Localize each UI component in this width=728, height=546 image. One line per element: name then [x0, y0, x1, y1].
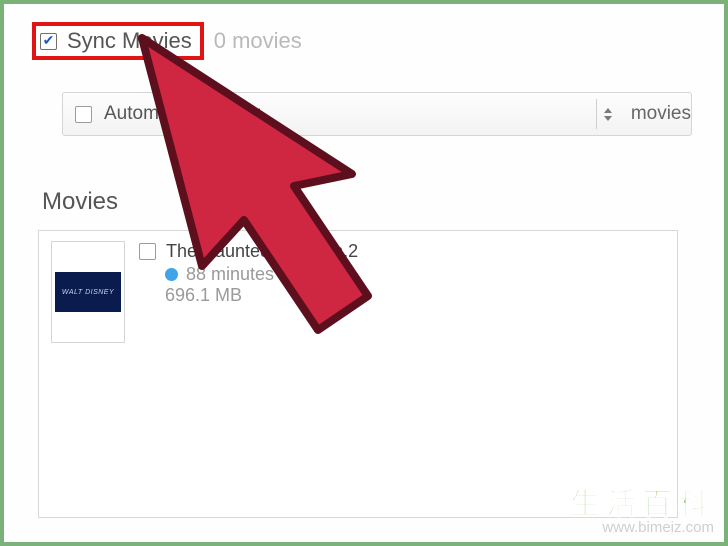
sync-movies-count: 0 movies: [214, 28, 302, 54]
movie-title-line: The.Haunted.Mansion.2: [139, 241, 358, 262]
unwatched-dot-icon: [165, 268, 178, 281]
movie-meta: The.Haunted.Mansion.2 88 minutes 696.1 M…: [139, 241, 358, 306]
auto-include-text: Automatically inclu: [104, 103, 261, 125]
check-icon: ✔: [43, 33, 55, 47]
sync-movies-row: ✔ Sync Movies 0 movies: [32, 22, 302, 60]
sync-highlight-box: ✔ Sync Movies: [32, 22, 204, 60]
watermark-url: www.bimeiz.com: [570, 519, 714, 536]
sync-movies-label: Sync Movies: [67, 28, 192, 54]
movies-list: WALT DISNEY The.Haunted.Mansion.2 88 min…: [38, 230, 678, 518]
auto-include-dropdown[interactable]: [596, 99, 619, 129]
movies-section-title: Movies: [42, 188, 118, 216]
movie-thumbnail: WALT DISNEY: [51, 241, 125, 343]
movie-size: 696.1 MB: [165, 285, 358, 306]
chevron-up-icon: [604, 108, 612, 113]
auto-include-row: Automatically inclu movies: [62, 92, 692, 136]
auto-include-trailing: movies: [631, 103, 691, 125]
movie-duration: 88 minutes: [186, 264, 274, 285]
sync-movies-checkbox[interactable]: ✔: [40, 33, 57, 50]
movie-title: The.Haunted.Mansion.2: [166, 241, 358, 262]
chevron-down-icon: [604, 116, 612, 121]
movie-duration-row: 88 minutes: [139, 264, 358, 285]
movie-thumbnail-inner: WALT DISNEY: [55, 272, 121, 312]
movie-checkbox[interactable]: [139, 243, 156, 260]
list-item[interactable]: WALT DISNEY The.Haunted.Mansion.2 88 min…: [39, 231, 677, 353]
auto-include-checkbox[interactable]: [75, 106, 92, 123]
